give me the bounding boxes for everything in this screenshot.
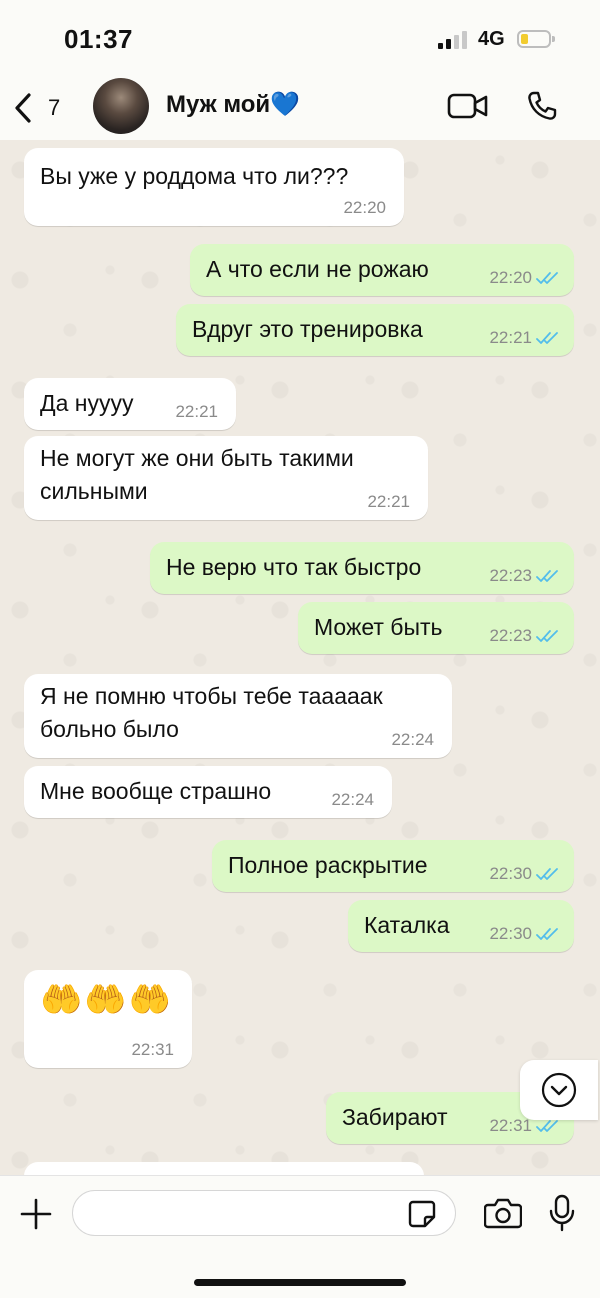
message-time: 22:20 [489, 268, 532, 287]
chat-header: 7 Муж мой💙 [0, 74, 600, 140]
message-time: 22:24 [391, 730, 434, 749]
scroll-down-icon [541, 1072, 577, 1108]
read-ticks-icon [536, 1120, 558, 1132]
phone-icon [528, 91, 557, 120]
avatar[interactable] [93, 78, 149, 134]
video-call-icon [447, 93, 488, 119]
message-text: Да нуууу [40, 390, 134, 416]
message-composer [0, 1175, 600, 1298]
message-bubble[interactable]: 🤲🤲🤲 22:31 [24, 970, 192, 1068]
message-bubble[interactable]: Да нуууу 22:21 [24, 378, 236, 430]
message-time: 22:23 [489, 626, 532, 645]
read-ticks-icon [536, 332, 558, 344]
signal-strength-icon [438, 31, 470, 49]
read-ticks-icon [536, 868, 558, 880]
back-chevron-icon [15, 93, 31, 123]
message-time: 22:21 [489, 328, 532, 347]
message-time: 22:30 [489, 864, 532, 883]
read-ticks-icon [536, 630, 558, 642]
message-text: Полное раскрытие [228, 852, 428, 878]
scroll-to-bottom-button[interactable] [520, 1060, 598, 1120]
message-bubble[interactable]: Не могут же они быть такими сильными 22:… [24, 436, 428, 520]
message-time: 22:24 [331, 790, 374, 809]
voice-call-button[interactable] [520, 86, 564, 126]
message-bubble[interactable]: Я не помню чтобы тебе тааааак больно был… [24, 674, 452, 758]
sticker-button[interactable] [408, 1200, 436, 1228]
voice-message-button[interactable] [540, 1190, 584, 1236]
message-text: Вдруг это тренировка [192, 316, 423, 342]
message-text: Не могут же они быть такими сильными [40, 445, 354, 504]
message-bubble[interactable]: Вы уже у роддома что ли??? 22:20 [24, 148, 404, 226]
message-text: Забирают [342, 1104, 448, 1130]
read-ticks-icon [536, 272, 558, 284]
message-text: Каталка [364, 912, 450, 938]
read-ticks-icon [536, 928, 558, 940]
message-time: 22:21 [175, 402, 218, 421]
message-time: 22:30 [489, 924, 532, 943]
camera-icon [484, 1198, 522, 1229]
contact-name[interactable]: Муж мой💙 [166, 90, 300, 119]
message-bubble[interactable]: Вдруг это тренировка 22:21 [176, 304, 574, 356]
message-bubble[interactable]: Мне вообще страшно 22:24 [24, 766, 392, 818]
camera-button[interactable] [480, 1190, 526, 1236]
message-time: 22:20 [343, 198, 386, 217]
chat-area[interactable]: Вы уже у роддома что ли??? 22:20 А что е… [0, 140, 600, 1175]
read-ticks-icon [536, 570, 558, 582]
message-bubble[interactable] [24, 1162, 424, 1175]
message-text: А что если не рожаю [206, 256, 429, 282]
unread-count: 7 [48, 95, 61, 120]
message-text: Не верю что так быстро [166, 554, 422, 580]
home-indicator [194, 1279, 406, 1286]
message-time: 22:31 [489, 1116, 532, 1135]
message-bubble[interactable]: Полное раскрытие 22:30 [212, 840, 574, 892]
message-bubble[interactable]: Каталка 22:30 [348, 900, 574, 952]
video-call-button[interactable] [446, 86, 490, 126]
message-text: Вы уже у роддома что ли??? [40, 163, 349, 189]
attach-button[interactable] [14, 1192, 58, 1236]
mic-icon [549, 1194, 575, 1232]
message-emoji: 🤲🤲🤲 [40, 981, 174, 1019]
message-input[interactable] [72, 1190, 456, 1236]
message-time: 22:21 [367, 492, 410, 511]
message-bubble[interactable]: Может быть 22:23 [298, 602, 574, 654]
status-bar: 01:37 4G [0, 0, 600, 74]
message-bubble[interactable]: А что если не рожаю 22:20 [190, 244, 574, 296]
message-time: 22:31 [131, 1040, 174, 1059]
message-bubble[interactable]: Не верю что так быстро 22:23 [150, 542, 574, 594]
message-text: Мне вообще страшно [40, 778, 272, 804]
message-text: Я не помню чтобы тебе тааааак больно был… [40, 683, 383, 742]
message-text: Может быть [314, 614, 443, 640]
message-time: 22:23 [489, 566, 532, 585]
plus-icon [20, 1198, 52, 1230]
sticker-icon [408, 1200, 436, 1228]
network-type: 4G [478, 28, 505, 50]
back-button[interactable]: 7 [12, 88, 72, 128]
status-time: 01:37 [64, 24, 133, 54]
battery-icon [517, 30, 555, 48]
